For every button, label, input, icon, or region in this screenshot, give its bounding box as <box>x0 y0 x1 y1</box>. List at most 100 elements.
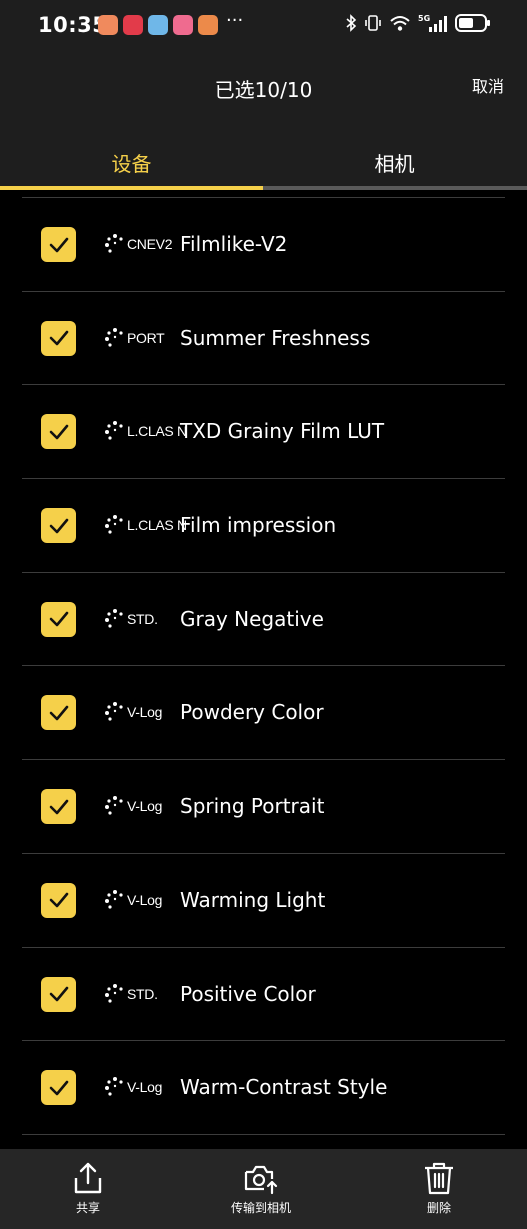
list-item[interactable]: V-Log Warm-Contrast Style <box>22 1041 505 1135</box>
lut-badge: V-Log <box>104 887 162 913</box>
lut-badge: L.CLAS N <box>104 418 187 444</box>
item-checkbox[interactable] <box>41 601 76 637</box>
item-label: Summer Freshness <box>180 325 371 350</box>
battery-icon <box>455 14 490 32</box>
lut-spark-icon <box>105 327 123 347</box>
list-item[interactable]: V-Log Spring Portrait <box>22 760 505 854</box>
lut-spark-icon <box>105 515 123 534</box>
transfer-label: 传输到相机 <box>231 1201 292 1215</box>
list-item[interactable]: V-Log Powdery Color <box>22 666 505 761</box>
item-label: Film impression <box>180 513 337 538</box>
check-icon <box>49 986 68 1002</box>
lut-badge-text: PORT <box>127 329 165 346</box>
lut-spark-icon <box>105 421 123 440</box>
bottom-action-bar: 共享 传输到相机 删除 <box>0 1149 527 1229</box>
lut-spark-icon <box>105 234 123 253</box>
lut-badge-text: V-Log <box>127 704 163 721</box>
check-icon <box>49 330 68 346</box>
list-item[interactable]: STD. Gray Negative <box>22 573 505 667</box>
header: 已选10/10 取消 设备 相机 <box>0 48 527 190</box>
item-checkbox[interactable] <box>41 1070 76 1106</box>
list-item[interactable]: STD. Positive Color <box>22 948 505 1042</box>
item-checkbox[interactable] <box>41 320 76 356</box>
item-label: Warm-Contrast Style <box>180 1075 388 1100</box>
share-button[interactable]: 共享 <box>73 1161 103 1216</box>
check-icon <box>49 705 68 721</box>
check-icon <box>49 799 68 814</box>
notification-icons <box>98 15 218 35</box>
lut-badge-text: STD. <box>127 985 158 1002</box>
app-notification-icon <box>173 15 193 35</box>
lut-spark-icon <box>105 889 123 909</box>
app-notification-icon <box>98 15 118 35</box>
item-checkbox[interactable] <box>41 882 76 918</box>
lut-spark-icon <box>105 1077 123 1096</box>
app-notification-icon <box>198 15 218 35</box>
trash-icon <box>425 1162 453 1195</box>
page-title: 已选10/10 <box>214 78 313 102</box>
app-notification-icon <box>123 15 143 35</box>
lut-list: CNEV2 Filmlike-V2 PORT Summer Freshness L.CL… <box>22 197 505 1135</box>
item-label: Spring Portrait <box>180 794 325 819</box>
lut-badge-text: STD. <box>127 610 158 627</box>
system-icons: 5G <box>345 13 491 33</box>
item-checkbox[interactable] <box>41 227 76 262</box>
item-label: Gray Negative <box>180 606 324 631</box>
cancel-button[interactable]: 取消 <box>472 73 504 97</box>
vibrate-icon <box>365 15 381 31</box>
lut-spark-icon <box>105 983 123 1003</box>
wifi-icon <box>390 16 410 31</box>
tab-indicator <box>0 186 263 190</box>
check-icon <box>49 611 68 627</box>
lut-badge: PORT <box>104 325 165 351</box>
item-label: Positive Color <box>180 981 316 1006</box>
item-checkbox[interactable] <box>41 789 76 825</box>
app-notification-icon <box>148 15 168 35</box>
lut-badge: STD. <box>104 606 158 632</box>
tab-device[interactable]: 设备 <box>0 148 263 177</box>
lut-spark-icon <box>105 608 123 628</box>
item-checkbox[interactable] <box>41 976 76 1012</box>
tab-camera[interactable]: 相机 <box>263 148 526 177</box>
check-icon <box>49 1080 68 1095</box>
share-icon <box>74 1162 102 1194</box>
list-item[interactable]: L.CLAS N TXD Grainy Film LUT <box>22 385 505 480</box>
list-item[interactable]: CNEV2 Filmlike-V2 <box>22 198 505 292</box>
item-checkbox[interactable] <box>41 695 76 731</box>
camera-upload-icon <box>244 1165 278 1195</box>
transfer-to-camera-button[interactable]: 传输到相机 <box>231 1161 291 1216</box>
item-checkbox[interactable] <box>41 414 76 450</box>
delete-button[interactable]: 删除 <box>423 1161 455 1216</box>
lut-badge: V-Log <box>104 699 162 725</box>
lut-badge: CNEV2 <box>104 231 172 257</box>
svg-text:5G: 5G <box>418 14 430 23</box>
lut-badge: V-Log <box>104 793 162 819</box>
lut-badge-text: V-Log <box>127 891 163 908</box>
lut-badge-text: V-Log <box>127 798 163 815</box>
check-icon <box>49 424 68 440</box>
status-time: 10:35 <box>38 13 108 37</box>
item-checkbox[interactable] <box>41 508 76 544</box>
share-label: 共享 <box>75 1201 100 1215</box>
lut-badge: L.CLAS N <box>104 512 187 538</box>
lut-badge-text: L.CLAS N <box>127 423 187 440</box>
lut-badge: V-Log <box>104 1074 162 1100</box>
list-item[interactable]: PORT Summer Freshness <box>22 292 505 386</box>
lut-spark-icon <box>105 702 123 722</box>
lut-badge-text: L.CLAS N <box>127 517 187 534</box>
lut-badge-text: V-Log <box>127 1079 163 1096</box>
list-item[interactable]: V-Log Warming Light <box>22 854 505 948</box>
more-notifications-icon: ··· <box>226 10 244 31</box>
lut-badge-text: CNEV2 <box>127 236 173 252</box>
check-icon <box>49 893 68 908</box>
delete-label: 删除 <box>426 1201 451 1215</box>
signal-5g-icon: 5G <box>418 14 447 32</box>
item-label: Warming Light <box>180 887 326 912</box>
bluetooth-icon <box>346 14 357 32</box>
check-icon <box>49 518 68 533</box>
item-label: TXD Grainy Film LUT <box>180 419 385 444</box>
list-item[interactable]: L.CLAS N Film impression <box>22 479 505 573</box>
lut-badge: STD. <box>104 981 158 1007</box>
status-bar: 10:35 ··· 5G <box>0 0 527 48</box>
item-label: Powdery Color <box>180 700 324 725</box>
